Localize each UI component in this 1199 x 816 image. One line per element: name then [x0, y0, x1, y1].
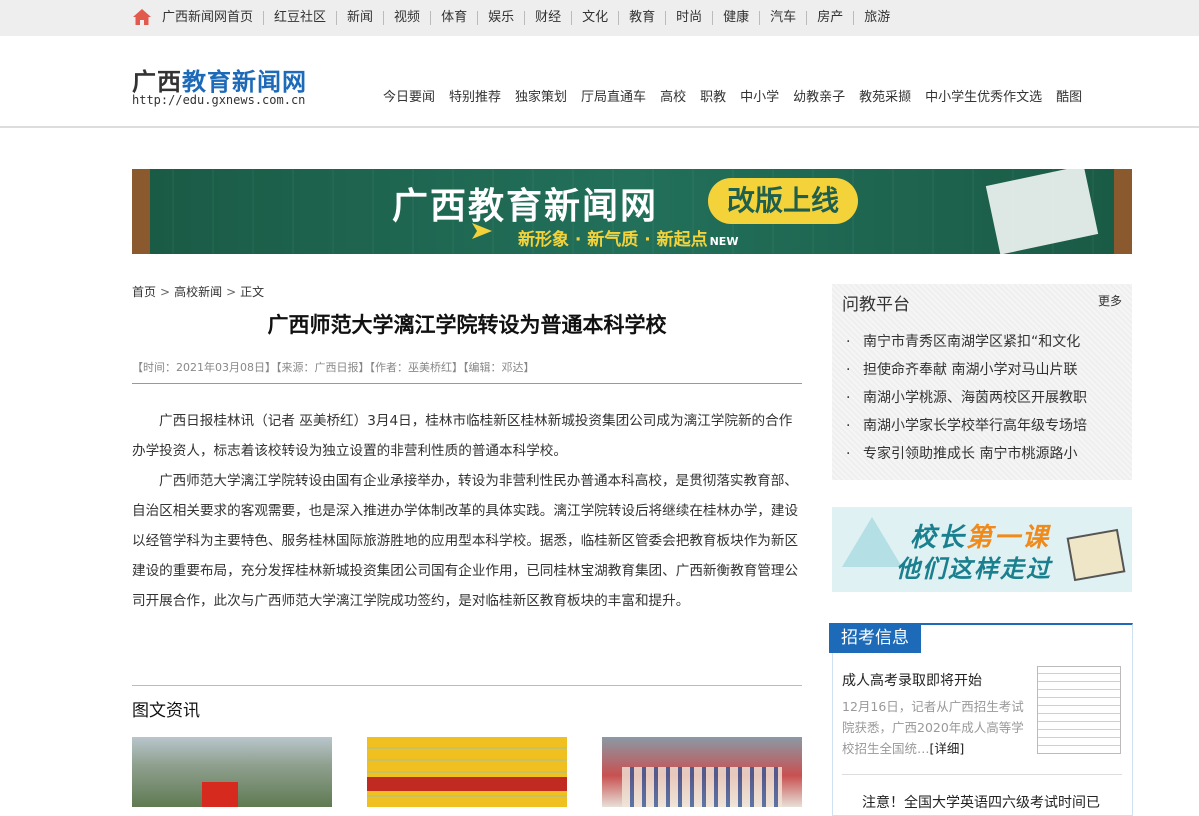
qa-list: · 南宁市青秀区南湖学区紧扣“和文化 · 担使命齐奉献 南湖小学对马山片联 · 南湖小…: [846, 328, 1126, 468]
top-link-auto[interactable]: 汽车: [760, 11, 808, 25]
breadcrumb: 首页 > 高校新闻 > 正文: [132, 283, 264, 300]
main-nav: 今日要闻 特别推荐 独家策划 厅局直通车 高校 职教 中小学 幼教亲子 教苑采撷…: [383, 86, 1096, 105]
triangle-shape: [842, 517, 902, 567]
crowd-shape: [622, 767, 782, 807]
book-icon: [1066, 528, 1126, 582]
nav-item-headlines[interactable]: 今日要闻: [383, 86, 435, 105]
nav-item-university[interactable]: 高校: [660, 86, 686, 105]
picture-news-thumb[interactable]: [602, 737, 802, 807]
site-header: 广西教育新闻网 http://edu.gxnews.com.cn 今日要闻 特别…: [0, 36, 1199, 128]
list-item[interactable]: · 南宁市青秀区南湖学区紧扣“和文化: [846, 328, 1126, 356]
picture-news-thumb[interactable]: [132, 737, 332, 807]
top-nav: 广西新闻网首页 红豆社区 新闻 视频 体育 娱乐 财经 文化 教育 时尚 健康 …: [152, 0, 900, 36]
arrow-icon: [472, 223, 492, 239]
article-paragraph: 广西日报桂林讯（记者 巫美桥红）3月4日，桂林市临桂新区桂林新城投资集团公司成为…: [132, 413, 793, 459]
picture-news-thumb[interactable]: [367, 737, 567, 807]
top-link-travel[interactable]: 旅游: [854, 11, 900, 25]
banner-subtitle: 新形象 · 新气质 · 新起点 NEW: [518, 225, 738, 250]
top-link-video[interactable]: 视频: [384, 11, 432, 25]
top-link-sports[interactable]: 体育: [431, 11, 479, 25]
article-meta: 【时间：2021年03月08日】【来源：广西日报】【作者：巫美桥红】【编辑：邓达…: [132, 361, 535, 374]
bullet-icon: ·: [846, 418, 851, 434]
qa-item-text: 南湖小学桃源、海茵两校区开展教职: [863, 390, 1087, 406]
qa-item-text: 担使命齐奉献 南湖小学对马山片联: [863, 362, 1078, 378]
top-link-health[interactable]: 健康: [713, 11, 761, 25]
section-divider: [132, 685, 802, 686]
article-divider: [132, 383, 802, 384]
site-banner[interactable]: 广西教育新闻网 改版上线 新形象 · 新气质 · 新起点 NEW: [132, 169, 1132, 254]
top-link-fashion[interactable]: 时尚: [666, 11, 714, 25]
top-link-news[interactable]: 新闻: [337, 11, 385, 25]
nav-item-preschool[interactable]: 幼教亲子: [793, 86, 845, 105]
top-link-home[interactable]: 广西新闻网首页: [152, 11, 265, 25]
banner-frame-left: [132, 169, 150, 254]
home-icon[interactable]: [132, 8, 152, 26]
recruit-thumbnail[interactable]: [1037, 666, 1121, 754]
bullet-icon: ·: [846, 446, 851, 462]
nav-item-essays[interactable]: 中小学生优秀作文选: [925, 86, 1042, 105]
nav-item-featured[interactable]: 特别推荐: [449, 86, 501, 105]
bullet-icon: ·: [846, 334, 851, 350]
logo-part1: 广西: [132, 67, 182, 96]
site-logo[interactable]: 广西教育新闻网: [132, 62, 307, 97]
banner-frame-right: [1114, 169, 1132, 254]
chevron-right-icon: >: [160, 285, 171, 299]
top-link-education[interactable]: 教育: [619, 11, 667, 25]
list-item[interactable]: · 南湖小学桃源、海茵两校区开展教职: [846, 384, 1126, 412]
list-item[interactable]: · 专家引领助推成长 南宁市桃源路小: [846, 440, 1126, 468]
bullet-icon: ·: [846, 390, 851, 406]
top-link-house[interactable]: 房产: [807, 11, 855, 25]
banner-title: 广西教育新闻网: [392, 186, 659, 227]
banner-stripe-shape: [367, 777, 567, 791]
qa-item-text: 南宁市青秀区南湖学区紧扣“和文化: [863, 334, 1081, 350]
promo-line2: 他们这样走过: [896, 555, 1052, 583]
top-link-community[interactable]: 红豆社区: [264, 11, 338, 25]
breadcrumb-section[interactable]: 高校新闻: [174, 285, 222, 299]
breadcrumb-home[interactable]: 首页: [132, 285, 156, 299]
nav-item-collection[interactable]: 教苑采撷: [859, 86, 911, 105]
nav-item-exclusive[interactable]: 独家策划: [515, 86, 567, 105]
top-bar: 广西新闻网首页 红豆社区 新闻 视频 体育 娱乐 财经 文化 教育 时尚 健康 …: [0, 0, 1199, 36]
nav-item-bureau[interactable]: 厅局直通车: [581, 86, 646, 105]
chevron-right-icon: >: [226, 285, 237, 299]
recruit-next-headline[interactable]: 注意！全国大学英语四六级考试时间已: [862, 792, 1100, 812]
top-link-finance[interactable]: 财经: [525, 11, 573, 25]
nav-item-pictures[interactable]: 酷图: [1056, 86, 1082, 105]
breadcrumb-current: 正文: [240, 285, 265, 299]
article-title: 广西师范大学漓江学院转设为普通本科学校: [267, 313, 667, 337]
banner-new-tag: NEW: [709, 235, 739, 248]
banner-subtitle-text: 新形象 · 新气质 · 新起点: [518, 230, 708, 250]
article-paragraph: 广西师范大学漓江学院转设由国有企业承接举办，转设为非营利性民办普通本科高校，是贯…: [132, 473, 799, 609]
recruit-headline[interactable]: 成人高考录取即将开始: [842, 670, 982, 690]
qa-title: 问教平台: [842, 295, 910, 315]
article-body: 广西日报桂林讯（记者 巫美桥红）3月4日，桂林市临桂新区桂林新城投资集团公司成为…: [132, 406, 802, 616]
top-link-entertainment[interactable]: 娱乐: [478, 11, 526, 25]
nav-item-school[interactable]: 中小学: [740, 86, 779, 105]
principal-promo-banner[interactable]: 校长第一课 他们这样走过: [832, 507, 1132, 592]
qa-panel: 问教平台 更多 · 南宁市青秀区南湖学区紧扣“和文化 · 担使命齐奉献 南湖小学对马…: [832, 284, 1132, 480]
list-item[interactable]: · 担使命齐奉献 南湖小学对马山片联: [846, 356, 1126, 384]
qa-more-link[interactable]: 更多: [1098, 292, 1122, 309]
banner-pill: 改版上线: [708, 178, 858, 224]
top-link-culture[interactable]: 文化: [572, 11, 620, 25]
list-item[interactable]: · 南湖小学家长学校举行高年级专场培: [846, 412, 1126, 440]
recruit-detail-link[interactable]: [详细]: [930, 741, 965, 756]
recruit-divider: [842, 774, 1122, 775]
bullet-icon: ·: [846, 362, 851, 378]
logo-part2: 教育新闻网: [182, 67, 307, 96]
recruit-tab[interactable]: 招考信息: [829, 623, 921, 653]
picture-news-title: 图文资讯: [132, 701, 200, 721]
recruit-summary: 12月16日，记者从广西招生考试院获悉，广西2020年成人高等学校招生全国统…[…: [842, 696, 1030, 759]
qa-item-text: 专家引领助推成长 南宁市桃源路小: [863, 446, 1078, 462]
logo-url: http://edu.gxnews.com.cn: [132, 93, 306, 107]
nav-item-vocational[interactable]: 职教: [700, 86, 726, 105]
qa-item-text: 南湖小学家长学校举行高年级专场培: [863, 418, 1087, 434]
flag-shape: [202, 782, 238, 807]
